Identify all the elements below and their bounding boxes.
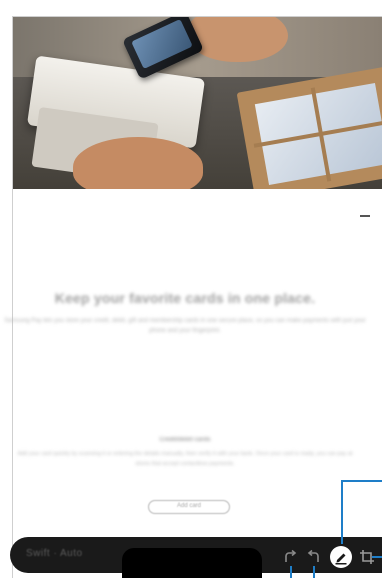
- scroll-indicator: [360, 215, 370, 217]
- hero-image: [13, 17, 382, 189]
- callout-crop: [372, 556, 382, 558]
- add-card-button[interactable]: Add card: [148, 500, 230, 514]
- toolbar-text: Swift · Auto: [26, 548, 83, 559]
- promo-title: Keep your favorite cards in one place.: [54, 290, 316, 306]
- undo-icon[interactable]: [303, 546, 325, 568]
- callout-pen-horizontal: [341, 480, 382, 482]
- section-description: Add your card quickly by scanning it or …: [17, 451, 353, 467]
- promo-description: Samsung Pay lets you store your credit, …: [4, 318, 366, 334]
- section-title: Credit/debit cards: [159, 437, 211, 443]
- callout-undo: [313, 566, 315, 578]
- redo-icon[interactable]: [279, 546, 301, 568]
- callout-pen-vertical: [341, 480, 343, 544]
- pen-icon[interactable]: [329, 545, 353, 569]
- callout-redo: [290, 566, 292, 578]
- toolbar-notch: [122, 548, 262, 578]
- card-section: Credit/debit cards Add your card quickly…: [0, 437, 370, 469]
- promo-block: Keep your favorite cards in one place. S…: [0, 290, 370, 336]
